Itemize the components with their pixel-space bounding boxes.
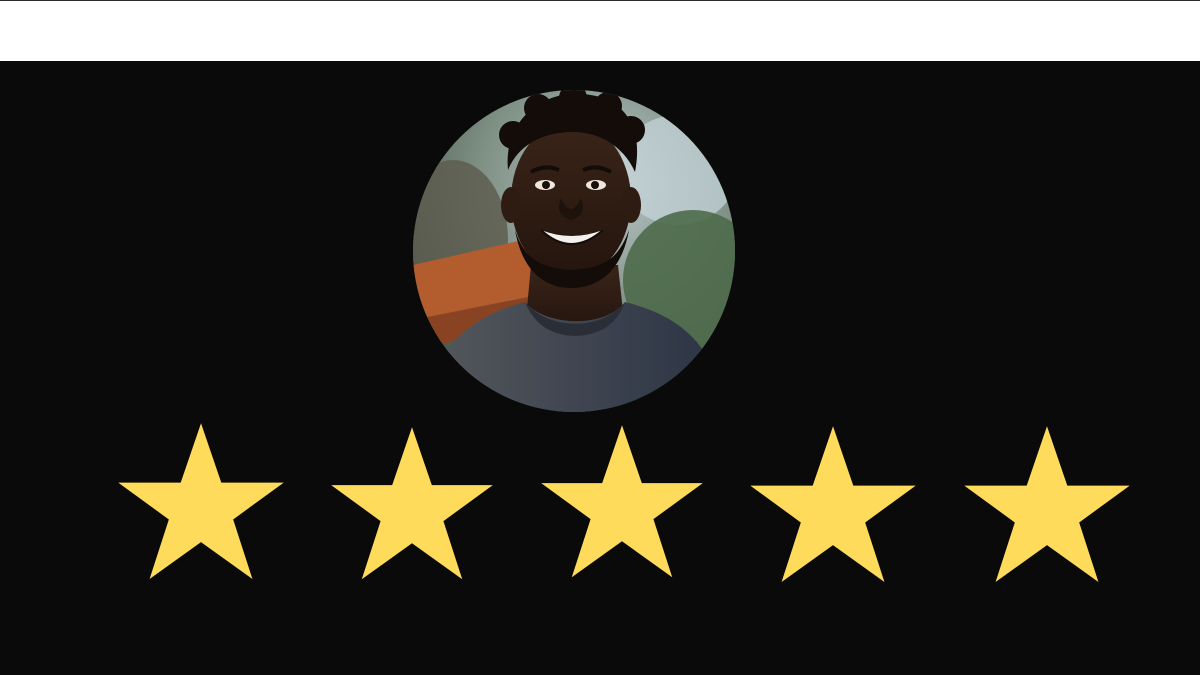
rating-panel — [0, 61, 1200, 675]
portrait-photo-icon — [413, 90, 735, 412]
star-shape — [331, 427, 493, 580]
rating-star-1-icon — [115, 421, 287, 589]
star-shape — [750, 426, 916, 582]
star-shape — [964, 426, 1130, 582]
rating-star-2-icon — [328, 425, 500, 593]
rating-star-3-icon — [538, 423, 710, 591]
top-band — [0, 0, 1200, 61]
rating-star-4-icon — [747, 425, 919, 593]
rating-star-5-icon — [961, 425, 1133, 593]
star-shape — [118, 423, 284, 579]
avatar — [413, 90, 735, 412]
star-shape — [541, 425, 703, 578]
review-card — [0, 0, 1200, 675]
